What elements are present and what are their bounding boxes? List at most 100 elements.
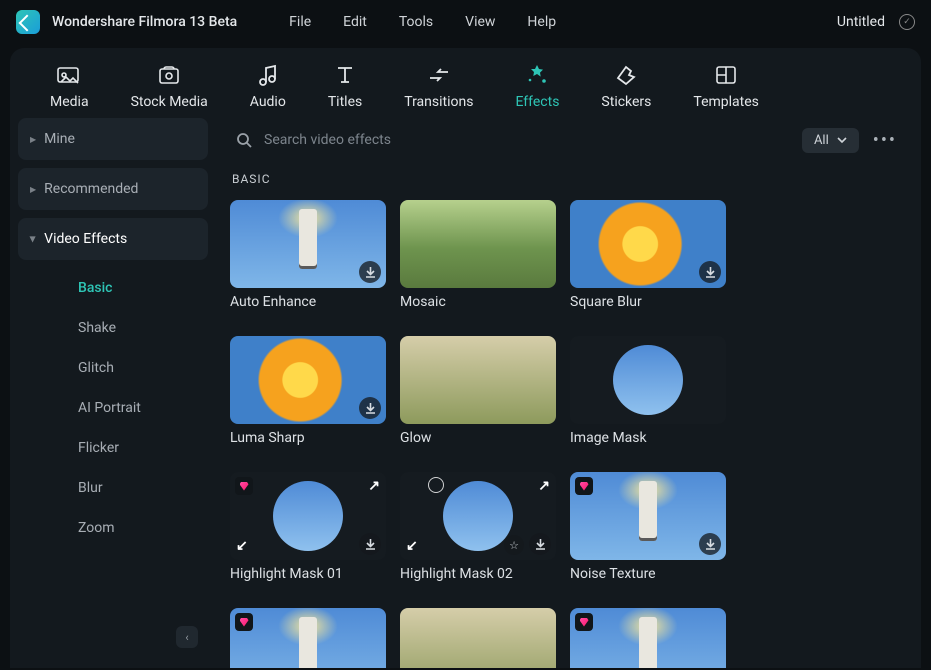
search-icon: [236, 132, 252, 148]
download-icon[interactable]: [699, 533, 721, 555]
menu-tools[interactable]: Tools: [399, 14, 433, 30]
sidebar-item-zoom[interactable]: Zoom: [18, 508, 208, 548]
download-icon[interactable]: [699, 261, 721, 283]
sidebar-collapse-button[interactable]: ‹: [176, 626, 198, 648]
app-logo: [16, 10, 40, 34]
sidebar: ▶ Mine ▶ Recommended ▶ Video Effects Bas…: [10, 118, 216, 668]
effect-thumbnail: [400, 200, 556, 288]
effect-thumbnail: [400, 608, 556, 668]
resize-arrows-icon: ↗↙: [230, 472, 386, 560]
menu-edit[interactable]: Edit: [343, 14, 367, 30]
section-title: BASIC: [232, 172, 905, 186]
filter-dropdown[interactable]: All: [802, 128, 859, 153]
main-panel: Media Stock Media Audio Titles Transitio…: [10, 48, 921, 668]
effect-label: Image Mask: [570, 430, 726, 446]
chevron-down-icon: [837, 137, 847, 144]
tab-templates[interactable]: Templates: [693, 62, 759, 110]
tab-label: Media: [50, 94, 89, 110]
effect-card[interactable]: Auto Enhance: [230, 200, 386, 310]
tab-stock-media[interactable]: Stock Media: [131, 62, 208, 110]
chevron-down-icon: ▶: [29, 236, 38, 242]
tab-label: Stock Media: [131, 94, 208, 110]
effect-card[interactable]: [400, 608, 556, 668]
effect-label: Highlight Mask 01: [230, 566, 386, 582]
effect-label: Luma Sharp: [230, 430, 386, 446]
search-row: Search video effects All •••: [216, 118, 921, 162]
effect-thumbnail: [570, 336, 726, 424]
effect-card[interactable]: ↗↙ Highlight Mask 01: [230, 472, 386, 582]
effect-thumbnail: [570, 608, 726, 668]
sidebar-item-blur[interactable]: Blur: [18, 468, 208, 508]
tab-effects[interactable]: Effects: [515, 62, 559, 110]
sidebar-group-mine[interactable]: ▶ Mine: [18, 118, 208, 160]
tab-stickers[interactable]: Stickers: [601, 62, 651, 110]
title-right: Untitled ✓: [837, 14, 915, 30]
sidebar-group-recommended[interactable]: ▶ Recommended: [18, 168, 208, 210]
effect-thumbnail: [570, 200, 726, 288]
chevron-right-icon: ▶: [30, 135, 36, 144]
effects-scroll[interactable]: BASIC Auto Enhance Mosaic Square Blur Luma …: [216, 162, 921, 668]
effect-card[interactable]: Mosaic: [400, 200, 556, 310]
effect-label: Auto Enhance: [230, 294, 386, 310]
menu-view[interactable]: View: [465, 14, 495, 30]
effect-card[interactable]: Noise Texture: [570, 472, 726, 582]
resize-arrows-icon: ↗↙: [400, 472, 556, 560]
tab-titles[interactable]: Titles: [328, 62, 362, 110]
effect-card[interactable]: Image Mask: [570, 336, 726, 446]
effect-label: Highlight Mask 02: [400, 566, 556, 582]
tab-label: Stickers: [601, 94, 651, 110]
search-placeholder: Search video effects: [264, 132, 391, 148]
tab-media[interactable]: Media: [50, 62, 89, 110]
effect-thumbnail: ☆↗↙: [400, 472, 556, 560]
sync-status-icon[interactable]: ✓: [899, 14, 915, 30]
stickers-icon: [613, 62, 639, 88]
effects-icon: [524, 62, 550, 88]
app-title: Wondershare Filmora 13 Beta: [52, 14, 237, 30]
effect-card[interactable]: Luma Sharp: [230, 336, 386, 446]
document-name: Untitled: [837, 14, 885, 30]
menu-help[interactable]: Help: [527, 14, 556, 30]
effect-card[interactable]: Square Blur: [570, 200, 726, 310]
sidebar-item-flicker[interactable]: Flicker: [18, 428, 208, 468]
effect-card[interactable]: ☆↗↙ Highlight Mask 02: [400, 472, 556, 582]
sidebar-item-basic[interactable]: Basic: [18, 268, 208, 308]
titles-icon: [332, 62, 358, 88]
audio-icon: [255, 62, 281, 88]
chevron-left-icon: ‹: [185, 631, 188, 644]
sidebar-group-video-effects[interactable]: ▶ Video Effects: [18, 218, 208, 260]
tab-audio[interactable]: Audio: [250, 62, 286, 110]
tab-transitions[interactable]: Transitions: [404, 62, 473, 110]
search-input[interactable]: Search video effects: [230, 126, 792, 154]
effect-card[interactable]: [570, 608, 726, 668]
effect-label: Glow: [400, 430, 556, 446]
effect-label: Mosaic: [400, 294, 556, 310]
effect-thumbnail: [400, 336, 556, 424]
tab-label: Templates: [693, 94, 759, 110]
effects-grid: Auto Enhance Mosaic Square Blur Luma Sharp G…: [230, 200, 905, 668]
templates-icon: [713, 62, 739, 88]
transitions-icon: [426, 62, 452, 88]
effect-thumbnail: ↗↙: [230, 472, 386, 560]
menu-file[interactable]: File: [289, 14, 311, 30]
premium-gem-icon: [235, 613, 253, 631]
more-menu-button[interactable]: •••: [869, 130, 901, 151]
sidebar-group-label: Video Effects: [44, 231, 127, 247]
content-row: ▶ Mine ▶ Recommended ▶ Video Effects Bas…: [10, 118, 921, 668]
nav-tabs: Media Stock Media Audio Titles Transitio…: [10, 48, 921, 118]
effect-card[interactable]: [230, 608, 386, 668]
download-icon[interactable]: [359, 261, 381, 283]
effect-thumbnail: [230, 336, 386, 424]
effect-card[interactable]: Glow: [400, 336, 556, 446]
sidebar-group-label: Recommended: [44, 181, 138, 197]
effect-label: Square Blur: [570, 294, 726, 310]
download-icon[interactable]: [359, 397, 381, 419]
premium-gem-icon: [575, 613, 593, 631]
sidebar-item-glitch[interactable]: Glitch: [18, 348, 208, 388]
tab-label: Audio: [250, 94, 286, 110]
sidebar-item-ai-portrait[interactable]: AI Portrait: [18, 388, 208, 428]
filter-label: All: [814, 133, 829, 148]
sidebar-item-shake[interactable]: Shake: [18, 308, 208, 348]
sidebar-group-label: Mine: [44, 131, 75, 147]
stock-media-icon: [156, 62, 182, 88]
effect-thumbnail: [230, 608, 386, 668]
